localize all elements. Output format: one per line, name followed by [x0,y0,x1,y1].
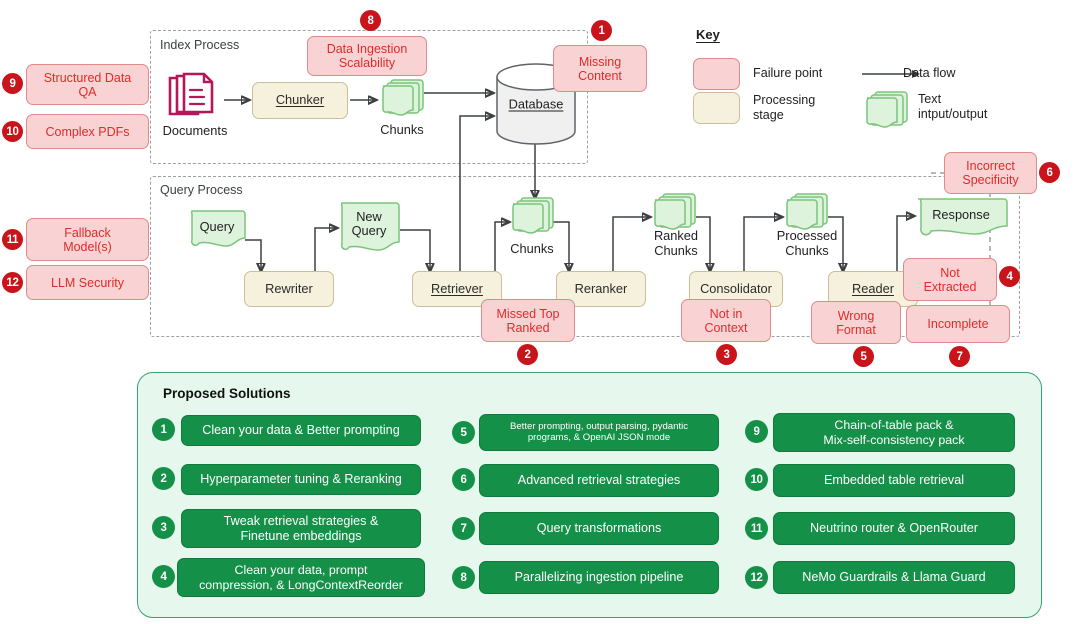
query-note: Query [188,208,246,252]
solution-badge-2[interactable]: 2 [152,467,175,490]
badge-3[interactable]: 3 [716,344,737,365]
proposed-solutions-title: Proposed Solutions [163,386,291,401]
chunker-stage[interactable]: Chunker [252,82,348,119]
chunks-index-icon [378,78,426,120]
solution-badge-11[interactable]: 11 [745,517,768,540]
rewriter-stage[interactable]: Rewriter [244,271,334,307]
failure-llm-security[interactable]: LLM Security [26,265,149,300]
badge-10[interactable]: 10 [2,121,23,142]
badge-4[interactable]: 4 [999,266,1020,287]
new-query-note: New Query [338,200,400,256]
solution-item-2[interactable]: Hyperparameter tuning & Reranking [181,464,421,495]
chunks-index-label: Chunks [380,122,424,137]
badge-11[interactable]: 11 [2,229,23,250]
badge-5[interactable]: 5 [853,346,874,367]
key-label-data-flow: Data flow [903,66,956,80]
solution-badge-1[interactable]: 1 [152,418,175,441]
failure-not-in-context[interactable]: Not in Context [681,299,771,342]
solution-badge-8[interactable]: 8 [452,566,475,589]
key-label-text-io: Text intput/output [918,92,988,122]
rewriter-label: Rewriter [265,280,313,296]
solution-badge-6[interactable]: 6 [452,468,475,491]
chunks-query-icon [508,196,556,238]
retriever-label: Retriever [431,280,483,296]
badge-12[interactable]: 12 [2,272,23,293]
solution-item-12[interactable]: NeMo Guardrails & Llama Guard [773,561,1015,594]
solution-item-9[interactable]: Chain-of-table pack & Mix-self-consisten… [773,413,1015,452]
failure-wrong-format[interactable]: Wrong Format [811,301,901,344]
failure-fallback-models[interactable]: Fallback Model(s) [26,218,149,261]
key-label-failure-point: Failure point [753,66,823,80]
solution-item-8[interactable]: Parallelizing ingestion pipeline [479,561,719,594]
key-label-processing-stage: Processing stage [753,93,816,123]
solution-badge-4[interactable]: 4 [152,565,175,588]
solution-badge-12[interactable]: 12 [745,566,768,589]
reranker-label: Reranker [574,280,628,296]
database-label: Database [508,96,564,112]
query-process-label: Query Process [160,183,243,197]
solution-badge-7[interactable]: 7 [452,517,475,540]
solution-item-1[interactable]: Clean your data & Better prompting [181,415,421,446]
chunks-query-label: Chunks [510,241,554,256]
badge-6[interactable]: 6 [1039,162,1060,183]
badge-1[interactable]: 1 [591,20,612,41]
response-note: Response [914,196,1008,240]
failure-missing-content[interactable]: Missing Content [553,45,647,92]
solution-badge-5[interactable]: 5 [452,421,475,444]
solution-badge-9[interactable]: 9 [745,420,768,443]
solution-item-3[interactable]: Tweak retrieval strategies & Finetune em… [181,509,421,548]
solution-item-7[interactable]: Query transformations [479,512,719,545]
failure-not-extracted[interactable]: Not Extracted [903,258,997,301]
solution-item-11[interactable]: Neutrino router & OpenRouter [773,512,1015,545]
key-swatch-processing-stage [693,92,740,124]
key-title: Key [696,27,720,42]
key-swatch-failure-point [693,58,740,90]
key-text-io-icon [862,90,910,132]
diagram-canvas: Index Process Documents Chunker Chunks D… [0,0,1080,624]
badge-8[interactable]: 8 [360,10,381,31]
chunker-label: Chunker [275,92,325,108]
documents-icon [166,72,222,122]
badge-7[interactable]: 7 [949,346,970,367]
failure-incorrect-specificity[interactable]: Incorrect Specificity [944,152,1037,194]
processed-chunks-label: Processed Chunks [776,228,838,258]
solution-badge-10[interactable]: 10 [745,468,768,491]
reader-label: Reader [852,280,894,296]
index-process-label: Index Process [160,38,240,52]
badge-2[interactable]: 2 [517,344,538,365]
consolidator-label: Consolidator [700,280,772,296]
ranked-chunks-label: Ranked Chunks [653,228,699,258]
solution-badge-3[interactable]: 3 [152,516,175,539]
failure-complex-pdfs[interactable]: Complex PDFs [26,114,149,149]
documents-label: Documents [162,123,228,138]
solution-item-6[interactable]: Advanced retrieval strategies [479,464,719,497]
solution-item-5[interactable]: Better prompting, output parsing, pydant… [479,414,719,451]
failure-data-ingestion-scalability[interactable]: Data Ingestion Scalability [307,36,427,76]
failure-structured-data-qa[interactable]: Structured Data QA [26,64,149,105]
solution-item-4[interactable]: Clean your data, prompt compression, & L… [177,558,425,597]
failure-missed-top-ranked[interactable]: Missed Top Ranked [481,299,575,342]
badge-9[interactable]: 9 [2,73,23,94]
failure-incomplete[interactable]: Incomplete [906,305,1010,343]
solution-item-10[interactable]: Embedded table retrieval [773,464,1015,497]
